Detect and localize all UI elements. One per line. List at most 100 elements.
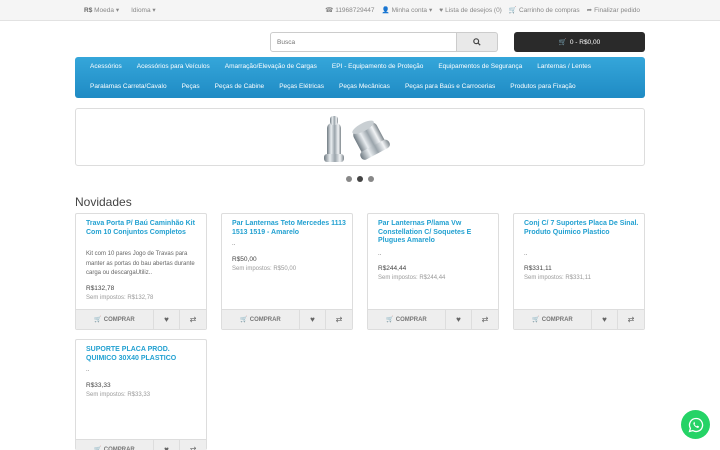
product-actions: 🛒 COMPRAR ♥ ⇄	[76, 439, 206, 450]
compare-button[interactable]: ⇄	[618, 310, 644, 329]
banner-carousel[interactable]	[75, 108, 645, 166]
wishlist-button[interactable]: ♥	[154, 310, 180, 329]
language-dropdown[interactable]: Idioma ▾	[131, 6, 156, 14]
wishlist-button[interactable]: ♥	[446, 310, 472, 329]
product-description: Kit com 10 pares Jogo de Travas para man…	[86, 251, 195, 276]
product-description: ..	[378, 251, 382, 257]
compare-button[interactable]: ⇄	[472, 310, 498, 329]
checkout-link[interactable]: ➦ Finalizar pedido	[586, 6, 640, 15]
menu-item[interactable]: Equipamentos de Segurança	[438, 63, 522, 70]
heart-icon: ♥	[310, 315, 315, 324]
chevron-down-icon: ▾	[152, 7, 156, 14]
heart-icon: ♥	[456, 315, 461, 324]
product-title[interactable]: Trava Porta P/ Baú Caminhão Kit Com 10 C…	[86, 220, 202, 237]
product-tax: Sem impostos: R$50,00	[232, 266, 297, 272]
product-title[interactable]: SUPORTE PLACA PROD. QUIMICO 30X40 PLASTI…	[86, 346, 202, 363]
checkout-label: Finalizar pedido	[594, 6, 640, 14]
buy-button[interactable]: 🛒 COMPRAR	[222, 310, 300, 329]
exchange-icon: ⇄	[627, 315, 635, 324]
product-actions: 🛒 COMPRAR ♥ ⇄	[514, 309, 644, 329]
product-tax: Sem impostos: R$132,78	[86, 295, 154, 301]
cart-icon: 🛒	[558, 39, 567, 46]
cart-total: 0 - R$0,00	[569, 38, 601, 46]
menu-item[interactable]: EPI - Equipamento de Proteção	[332, 63, 423, 70]
heart-icon: ♥	[602, 315, 607, 324]
exchange-icon: ⇄	[189, 445, 197, 450]
wishlist-button[interactable]: ♥	[300, 310, 326, 329]
menu-row-2: Paralamas Carreta/Cavalo Peças Peças de …	[90, 83, 591, 90]
top-bar: R$ Moeda ▾ Idioma ▾ ☎ 11968729447 👤 Minha …	[0, 0, 720, 21]
search-bar	[270, 32, 498, 52]
whatsapp-icon	[688, 417, 703, 432]
exchange-icon: ⇄	[481, 315, 489, 324]
menu-item[interactable]: Paralamas Carreta/Cavalo	[90, 83, 167, 90]
menu-item[interactable]: Peças de Cabine	[215, 83, 265, 90]
search-button[interactable]	[457, 32, 498, 52]
whatsapp-button[interactable]	[681, 410, 710, 439]
carousel-dot-active[interactable]	[357, 176, 363, 182]
product-price: R$331,11	[524, 265, 552, 272]
menu-item[interactable]: Peças para Baús e Carrocerias	[405, 83, 495, 90]
user-icon: 👤	[381, 7, 390, 14]
product-description: ..	[524, 251, 528, 257]
compare-button[interactable]: ⇄	[180, 440, 206, 450]
cart-icon: 🛒	[240, 317, 248, 323]
carousel-pagination	[346, 176, 374, 182]
exchange-icon: ⇄	[335, 315, 343, 324]
product-card: Par Lanternas Teto Mercedes 1113 1513 15…	[221, 213, 353, 330]
cart-icon: 🛒	[386, 317, 394, 323]
menu-item[interactable]: Amarração/Elevação de Cargas	[225, 63, 317, 70]
product-price: R$33,33	[86, 382, 111, 389]
product-tax: Sem impostos: R$331,11	[524, 275, 591, 281]
buy-button[interactable]: 🛒 COMPRAR	[514, 310, 592, 329]
wishlist-button[interactable]: ♥	[154, 440, 180, 450]
carousel-dot[interactable]	[346, 176, 352, 182]
cart-button[interactable]: 🛒 0 - R$0,00	[514, 32, 645, 52]
buy-label: COMPRAR	[249, 316, 281, 323]
phone-number: 11968729447	[335, 6, 375, 14]
buy-button[interactable]: 🛒 COMPRAR	[368, 310, 446, 329]
phone-link[interactable]: ☎ 11968729447	[325, 6, 375, 15]
product-title[interactable]: Conj C/ 7 Suportes Placa De Sinal. Produ…	[524, 220, 640, 237]
menu-item[interactable]: Peças	[182, 83, 200, 90]
product-title[interactable]: Par Lanternas P/lama Vw Constellation C/…	[378, 220, 494, 246]
wishlist-label: Lista de desejos (0)	[445, 6, 502, 14]
product-actions: 🛒 COMPRAR ♥ ⇄	[76, 309, 206, 329]
share-icon: ➦	[586, 7, 593, 14]
menu-item[interactable]: Peças Mecânicas	[339, 83, 390, 90]
menu-item[interactable]: Peças Elétricas	[279, 83, 324, 90]
search-icon	[473, 38, 481, 46]
menu-item[interactable]: Lanternas / Lentes	[537, 63, 591, 70]
cart-label: Carrinho de compras	[518, 6, 580, 14]
account-dropdown[interactable]: 👤 Minha conta ▾	[381, 6, 433, 15]
product-actions: 🛒 COMPRAR ♥ ⇄	[368, 309, 498, 329]
buy-button[interactable]: 🛒 COMPRAR	[76, 310, 154, 329]
cart-icon: 🛒	[508, 7, 517, 14]
menu-item[interactable]: Acessórios para Veículos	[137, 63, 210, 70]
product-actions: 🛒 COMPRAR ♥ ⇄	[222, 309, 352, 329]
chevron-down-icon: ▾	[429, 7, 433, 14]
cart-link[interactable]: 🛒 Carrinho de compras	[508, 6, 580, 15]
wishlist-link[interactable]: ♥ Lista de desejos (0)	[439, 6, 502, 14]
category-menu: Acessórios Acessórios para Veículos Amar…	[75, 57, 645, 98]
heart-icon: ♥	[439, 6, 444, 14]
search-input[interactable]	[270, 32, 457, 52]
buy-label: COMPRAR	[395, 316, 427, 323]
product-tax: Sem impostos: R$244,44	[378, 275, 446, 281]
heart-icon: ♥	[164, 315, 169, 324]
buy-button[interactable]: 🛒 COMPRAR	[76, 440, 154, 450]
cart-icon: 🛒	[94, 447, 102, 450]
carousel-dot[interactable]	[368, 176, 374, 182]
currency-dropdown[interactable]: R$ Moeda ▾	[84, 6, 119, 14]
chevron-down-icon: ▾	[115, 7, 120, 14]
wishlist-button[interactable]: ♥	[592, 310, 618, 329]
product-title[interactable]: Par Lanternas Teto Mercedes 1113 1513 15…	[232, 220, 348, 237]
menu-item[interactable]: Produtos para Fixação	[510, 83, 575, 90]
menu-item[interactable]: Acessórios	[90, 63, 122, 70]
buy-label: COMPRAR	[541, 316, 573, 323]
lug-nut-covers-image	[324, 116, 390, 162]
product-card: SUPORTE PLACA PROD. QUIMICO 30X40 PLASTI…	[75, 339, 207, 450]
cart-icon: 🛒	[532, 317, 540, 323]
compare-button[interactable]: ⇄	[180, 310, 206, 329]
compare-button[interactable]: ⇄	[326, 310, 352, 329]
